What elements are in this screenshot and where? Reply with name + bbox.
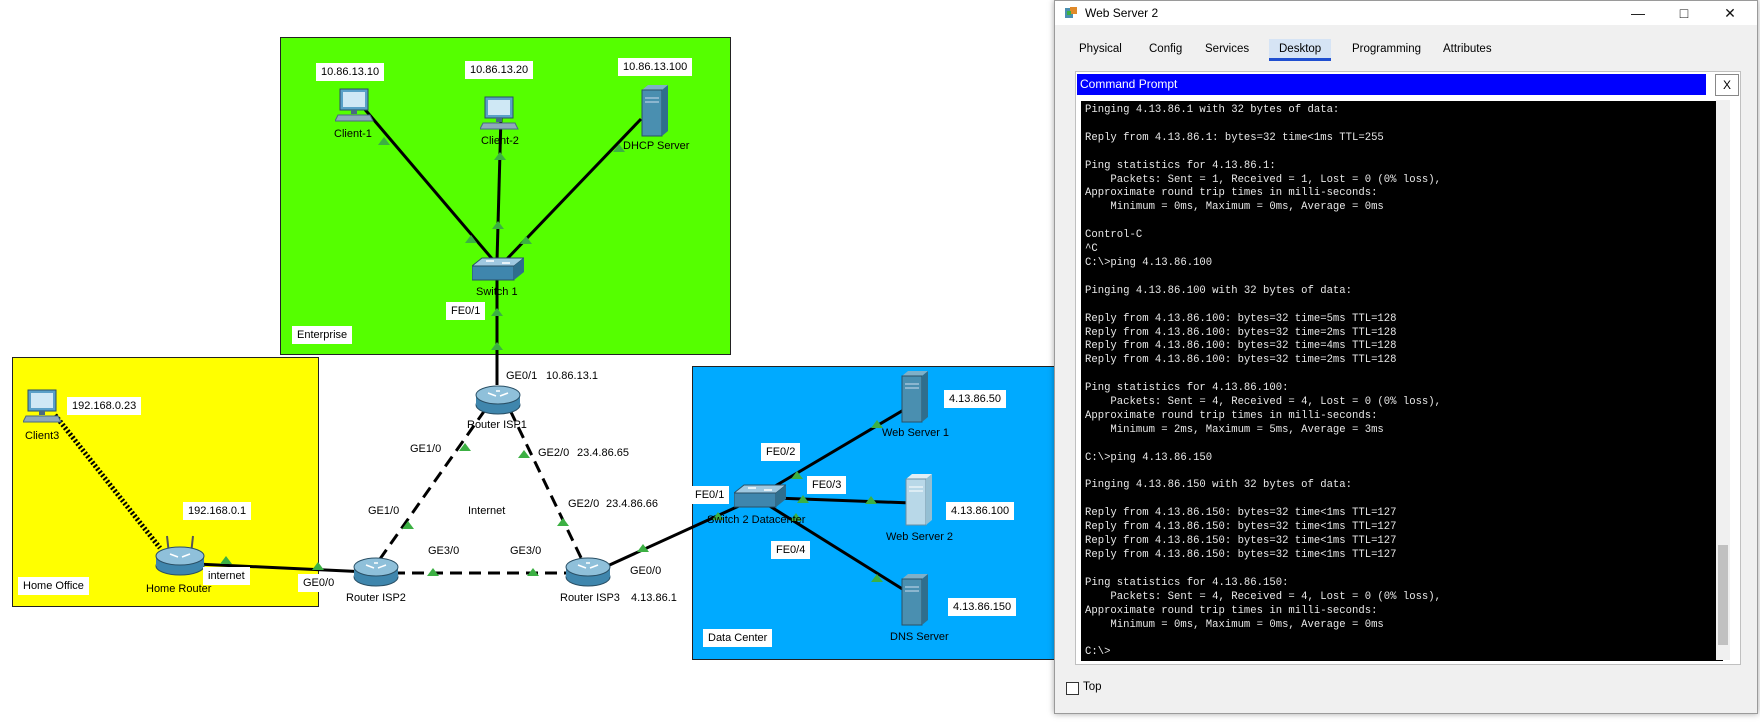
switch1-name: Switch 1 bbox=[476, 286, 518, 298]
command-prompt-console[interactable]: Pinging 4.13.86.1 with 32 bytes of data:… bbox=[1081, 101, 1723, 661]
router-icon[interactable] bbox=[352, 557, 400, 587]
server-icon[interactable] bbox=[898, 573, 932, 627]
port-ge20-router3-ip: 23.4.86.66 bbox=[601, 495, 663, 513]
port-ge10-router2: GE1/0 bbox=[368, 505, 400, 517]
router-icon[interactable] bbox=[474, 385, 522, 415]
port-fe03-switch2: FE0/3 bbox=[807, 476, 847, 494]
tab-desktop[interactable]: Desktop bbox=[1269, 39, 1332, 61]
client3-ip: 192.168.0.23 bbox=[67, 397, 142, 415]
client1-name: Client-1 bbox=[334, 128, 372, 140]
home-office-zone-label: Home Office bbox=[18, 577, 89, 595]
client3-name: Client3 bbox=[25, 430, 60, 442]
port-fe01-switch1: FE0/1 bbox=[446, 302, 486, 320]
window-title: Web Server 2 bbox=[1085, 6, 1159, 20]
port-ge20-router1-ip: 23.4.86.65 bbox=[572, 444, 634, 462]
dns-server-ip: 4.13.86.150 bbox=[948, 598, 1017, 616]
pc-icon[interactable] bbox=[480, 95, 520, 133]
port-ge20-router3: GE2/0 bbox=[568, 498, 600, 510]
tab-services[interactable]: Services bbox=[1203, 39, 1251, 59]
port-fe04-switch2: FE0/4 bbox=[771, 541, 811, 559]
dns-server-name: DNS Server bbox=[890, 631, 949, 643]
router-isp2-name: Router ISP2 bbox=[346, 592, 406, 604]
router-isp3-name: Router ISP3 bbox=[560, 592, 620, 604]
top-checkbox-label: Top bbox=[1083, 681, 1102, 693]
tab-physical[interactable]: Physical bbox=[1077, 39, 1124, 59]
port-ge30-router3: GE3/0 bbox=[510, 545, 542, 557]
port-internet-home: internet bbox=[203, 567, 250, 585]
web-server1-name: Web Server 1 bbox=[882, 427, 950, 439]
port-ge00-router3: GE0/0 bbox=[630, 565, 662, 577]
maximize-icon[interactable]: □ bbox=[1661, 1, 1707, 25]
server-icon[interactable] bbox=[902, 473, 936, 527]
port-ge10-router1: GE1/0 bbox=[410, 443, 442, 455]
router-isp3-ip: 4.13.86.1 bbox=[631, 592, 677, 604]
home-router-ip: 192.168.0.1 bbox=[183, 502, 252, 520]
command-prompt-titlebar: Command Prompt bbox=[1077, 74, 1706, 95]
web-server2-ip: 4.13.86.100 bbox=[946, 502, 1015, 520]
switch-icon[interactable] bbox=[734, 483, 786, 511]
scrollbar-thumb[interactable] bbox=[1718, 545, 1728, 645]
web-server2-name: Web Server 2 bbox=[886, 531, 954, 543]
tab-config[interactable]: Config bbox=[1147, 39, 1184, 59]
port-ge01-router1: GE0/1 bbox=[506, 370, 538, 382]
tab-attributes[interactable]: Attributes bbox=[1441, 39, 1494, 59]
client2-ip: 10.86.13.20 bbox=[465, 61, 534, 79]
port-ge20-router1: GE2/0 bbox=[538, 447, 570, 459]
app-icon bbox=[1065, 7, 1077, 18]
router-isp1-name: Router ISP1 bbox=[467, 419, 527, 431]
top-checkbox[interactable] bbox=[1066, 682, 1079, 695]
switch2-name: Switch 2 Datacenter bbox=[707, 514, 806, 526]
device-window[interactable]: Web Server 2 — □ ✕ Physical Config Servi… bbox=[1054, 0, 1758, 714]
client1-ip: 10.86.13.10 bbox=[316, 63, 385, 81]
pc-icon[interactable] bbox=[23, 388, 63, 426]
web-server1-ip: 4.13.86.50 bbox=[944, 390, 1006, 408]
switch-icon[interactable] bbox=[472, 256, 524, 284]
client2-name: Client-2 bbox=[481, 135, 519, 147]
pc-icon[interactable] bbox=[335, 87, 375, 125]
command-prompt-close-button[interactable]: X bbox=[1715, 74, 1739, 96]
internet-cloud-label: Internet bbox=[468, 505, 506, 517]
console-scrollbar[interactable] bbox=[1716, 100, 1730, 660]
console-output: Pinging 4.13.86.1 with 32 bytes of data:… bbox=[1085, 104, 1442, 659]
wireless-router-icon[interactable] bbox=[153, 532, 207, 578]
close-icon[interactable]: ✕ bbox=[1707, 1, 1753, 25]
port-fe02-switch2: FE0/2 bbox=[761, 443, 801, 461]
server-icon[interactable] bbox=[898, 370, 932, 424]
dhcp-ip: 10.86.13.100 bbox=[618, 58, 693, 76]
home-router-name: Home Router bbox=[146, 583, 212, 595]
data-center-zone-label: Data Center bbox=[703, 629, 773, 647]
tab-programming[interactable]: Programming bbox=[1350, 39, 1423, 59]
port-ge00-router2: GE0/0 bbox=[298, 574, 340, 592]
port-ge30-router2: GE3/0 bbox=[428, 545, 460, 557]
minimize-icon[interactable]: — bbox=[1615, 1, 1661, 25]
server-icon[interactable] bbox=[638, 84, 672, 138]
window-titlebar[interactable]: Web Server 2 — □ ✕ bbox=[1055, 1, 1757, 25]
dhcp-server-name: DHCP Server bbox=[623, 140, 690, 152]
port-fe01-switch2: FE0/1 bbox=[690, 486, 730, 504]
router-icon[interactable] bbox=[564, 557, 612, 587]
enterprise-zone-label: Enterprise bbox=[292, 326, 353, 344]
router-isp1-ip: 10.86.13.1 bbox=[541, 367, 603, 385]
